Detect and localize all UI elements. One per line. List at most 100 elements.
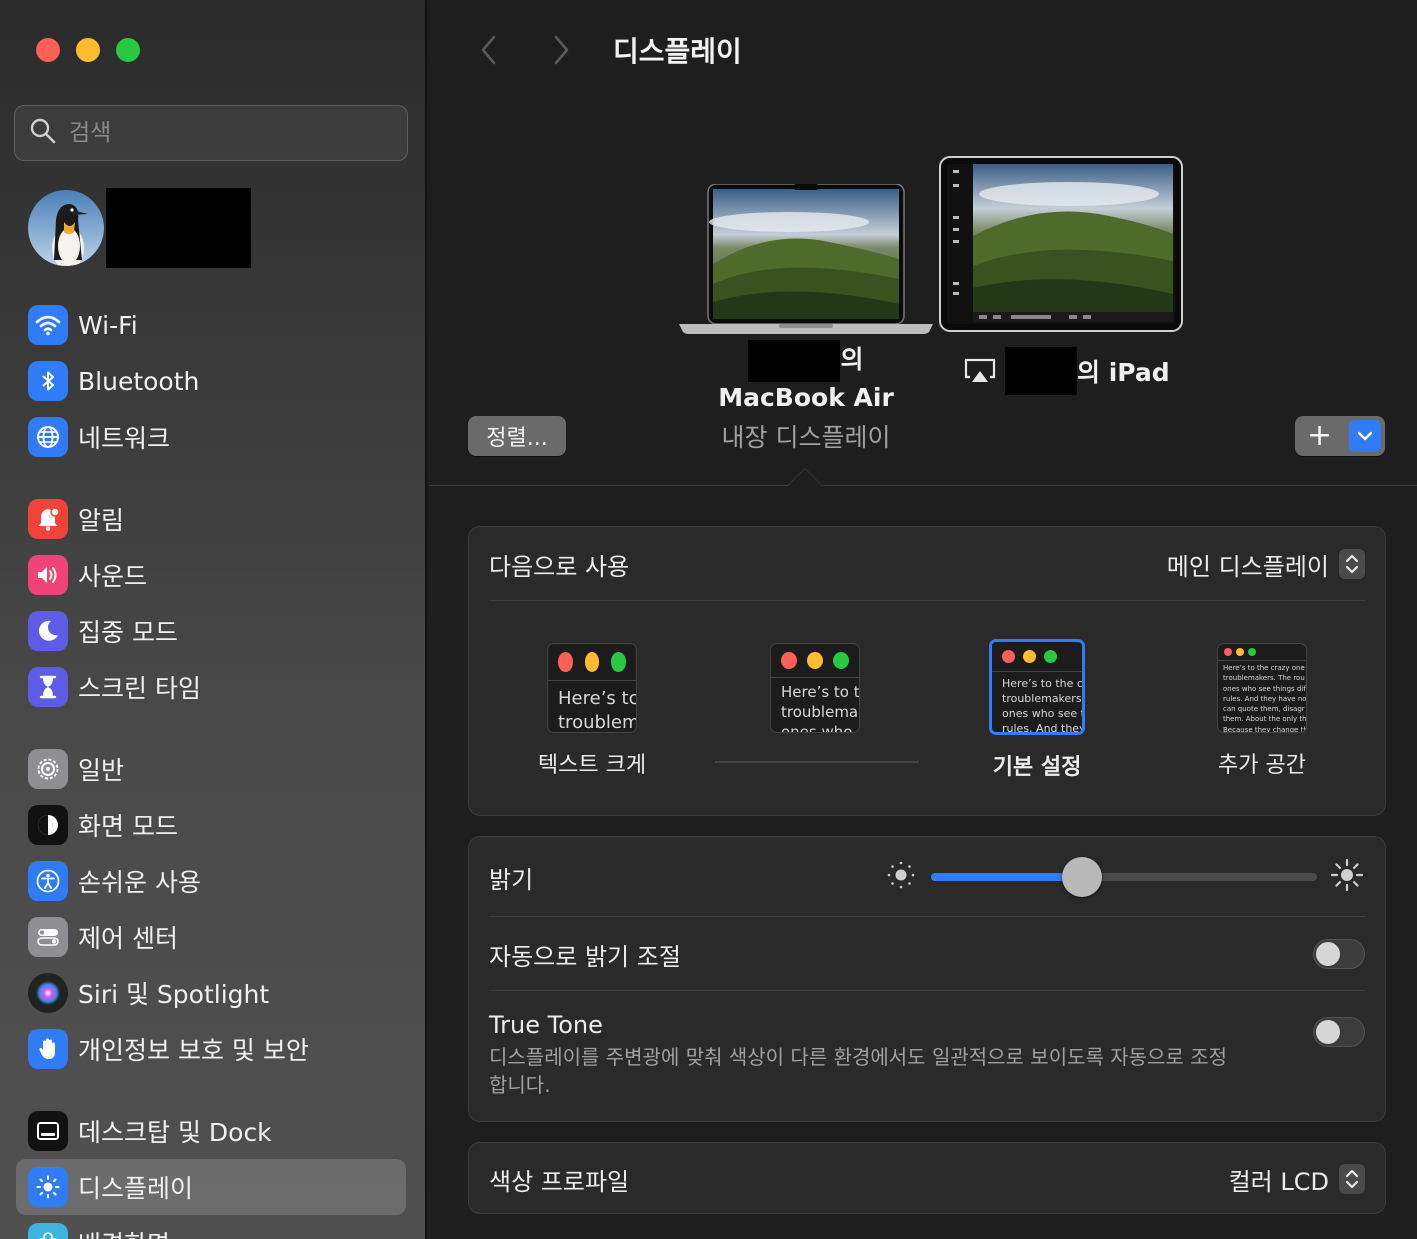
add-display-menu-button[interactable] — [1349, 420, 1381, 452]
speaker-icon — [28, 555, 68, 595]
resolution-label: 텍스트 크게 — [537, 753, 647, 778]
sidebar-item-label: 네트워크 — [78, 424, 171, 453]
sidebar-group-notifications: 알림 사운드 집중 모드 스크린 타임 — [16, 491, 406, 715]
sidebar-group-connectivity: Wi-Fi Bluetooth 네트워크 — [16, 297, 406, 465]
hourglass-icon — [28, 667, 68, 707]
sidebar-item-notifications[interactable]: 알림 — [16, 491, 406, 547]
add-display-button[interactable]: + — [1307, 421, 1332, 451]
sidebar-item-appearance[interactable]: 화면 모드 — [16, 797, 406, 853]
updown-chevron-icon — [1339, 549, 1365, 579]
sidebar-item-label: 스크린 타임 — [78, 674, 201, 703]
use-as-label: 다음으로 사용 — [489, 552, 630, 581]
toggle-knob — [1316, 1020, 1340, 1044]
brightness-row: 밝기 — [469, 837, 1385, 917]
resolution-label: 기본 설정 — [992, 755, 1082, 780]
resolution-track-line — [715, 761, 919, 763]
brightness-card: 밝기 자동으로 밝기 조절 True Tone 디스플레이를 주변광에 맞춰 색… — [468, 836, 1386, 1122]
true-tone-toggle[interactable] — [1313, 1017, 1365, 1047]
sidebar-item-accessibility[interactable]: 손쉬운 사용 — [16, 853, 406, 909]
sidebar-item-bluetooth[interactable]: Bluetooth — [16, 353, 406, 409]
sidebar-item-wifi[interactable]: Wi-Fi — [16, 297, 406, 353]
search-box[interactable] — [14, 105, 408, 161]
sidebar-item-label: 제어 센터 — [78, 924, 178, 953]
add-display-control[interactable]: + — [1295, 416, 1385, 456]
sidebar-item-label: Bluetooth — [78, 366, 200, 396]
switches-icon — [28, 917, 68, 957]
sidebar-item-general[interactable]: 일반 — [16, 741, 406, 797]
auto-brightness-row: 자동으로 밝기 조절 — [469, 917, 1385, 991]
sidebar-item-siri-spotlight[interactable]: Siri 및 Spotlight — [16, 965, 406, 1021]
macbook-subtitle: 내장 디스플레이 — [721, 423, 891, 452]
bell-icon — [28, 499, 68, 539]
sidebar-item-label: Wi-Fi — [78, 310, 138, 340]
color-profile-row: 색상 프로파일 컬러 LCD — [469, 1143, 1385, 1215]
toolbar: 디스플레이 — [469, 24, 742, 76]
siri-icon — [28, 973, 68, 1013]
resolution-option-default[interactable]: Here’s to the cr troublemakers. ones who… — [957, 639, 1117, 781]
moon-icon — [28, 611, 68, 651]
selected-display-pointer — [787, 468, 823, 486]
user-profile[interactable] — [28, 188, 251, 268]
macbook-model-label: MacBook Air — [718, 383, 894, 412]
accessibility-icon — [28, 861, 68, 901]
sidebar-item-label: 화면 모드 — [78, 812, 178, 841]
zoom-window-button[interactable] — [116, 38, 140, 62]
true-tone-row: True Tone 디스플레이를 주변광에 맞춰 색상이 다른 환경에서도 일관… — [469, 991, 1385, 1121]
sidebar-item-desktop-dock[interactable]: 데스크탑 및 Dock — [16, 1103, 406, 1159]
sidebar-group-system: 일반 화면 모드 손쉬운 사용 제어 센터 Siri 및 Spotlight 개… — [16, 741, 406, 1077]
forward-button[interactable] — [541, 24, 581, 76]
chevron-left-icon — [481, 35, 496, 65]
search-input[interactable] — [69, 120, 369, 146]
use-as-value: 메인 디스플레이 — [1166, 552, 1329, 581]
display-arrangement: 의 MacBook Air 내장 디스플레이 의 iPad 정렬... + — [429, 100, 1417, 486]
sidebar-item-wallpaper[interactable]: 배경화면 — [16, 1215, 406, 1239]
auto-brightness-label: 자동으로 밝기 조절 — [489, 942, 681, 971]
brightness-slider[interactable] — [931, 857, 1317, 897]
resolution-option-larger-text[interactable]: Here’s tc troublem 텍스트 크게 — [512, 643, 672, 779]
use-as-row: 다음으로 사용 메인 디스플레이 — [469, 527, 1385, 601]
resolution-preview: Here’s to the crazy one troublemakers. T… — [1217, 643, 1307, 733]
macbook-name-line: 의 — [679, 340, 933, 382]
sidebar-item-displays[interactable]: 디스플레이 — [16, 1159, 406, 1215]
sidebar-item-label: 손쉬운 사용 — [78, 868, 201, 897]
brightness-slider-knob[interactable] — [1061, 857, 1102, 897]
resolution-option-2[interactable]: Here’s to t troublema ones who — [735, 643, 895, 733]
flower-icon — [28, 1223, 68, 1239]
sidebar-item-screen-time[interactable]: 스크린 타임 — [16, 659, 406, 715]
ipad-owner-redacted — [1005, 347, 1077, 395]
preview-text: Here’s to t troublema ones who — [781, 683, 859, 733]
sidebar-item-network[interactable]: 네트워크 — [16, 409, 406, 465]
gear-icon — [28, 749, 68, 789]
avatar — [28, 190, 104, 266]
brightness-low-icon — [883, 857, 919, 897]
ipad-display[interactable] — [939, 156, 1183, 336]
brightness-slider-group — [883, 857, 1365, 897]
brightness-high-icon — [1329, 857, 1365, 897]
true-tone-text: True Tone 디스플레이를 주변광에 맞춰 색상이 다른 환경에서도 일관… — [489, 1011, 1229, 1099]
color-profile-popup[interactable]: 컬러 LCD — [1229, 1162, 1365, 1197]
true-tone-label: True Tone — [489, 1011, 603, 1039]
ipad-suffix: 의 iPad — [1077, 358, 1170, 387]
true-tone-description: 디스플레이를 주변광에 맞춰 색상이 다른 환경에서도 일관적으로 보이도록 자… — [489, 1045, 1228, 1097]
minimize-window-button[interactable] — [76, 38, 100, 62]
ipad-image — [939, 156, 1183, 332]
owner-suffix: 의 — [840, 345, 864, 374]
preview-text: Here’s to the crazy one troublemakers. T… — [1223, 664, 1306, 733]
resolution-options: Here’s tc troublem 텍스트 크게 Here’s to t tr… — [469, 601, 1385, 815]
use-as-popup[interactable]: 메인 디스플레이 — [1167, 547, 1365, 582]
auto-brightness-toggle[interactable] — [1313, 939, 1365, 969]
back-button[interactable] — [469, 24, 509, 76]
updown-chevron-icon — [1339, 1164, 1365, 1194]
sidebar-item-sound[interactable]: 사운드 — [16, 547, 406, 603]
resolution-option-more-space[interactable]: Here’s to the crazy one troublemakers. T… — [1182, 643, 1342, 779]
macbook-display[interactable] — [679, 183, 933, 338]
close-window-button[interactable] — [36, 38, 60, 62]
sidebar-item-control-center[interactable]: 제어 센터 — [16, 909, 406, 965]
arrange-button[interactable]: 정렬... — [468, 416, 566, 456]
sidebar: Wi-Fi Bluetooth 네트워크 알림 사운드 — [0, 0, 427, 1239]
sidebar-item-label: 배경화면 — [78, 1225, 170, 1239]
sidebar-item-focus[interactable]: 집중 모드 — [16, 603, 406, 659]
sidebar-item-label: Siri 및 Spotlight — [78, 980, 270, 1009]
sidebar-item-privacy-security[interactable]: 개인정보 보호 및 보안 — [16, 1021, 406, 1077]
wifi-icon — [28, 305, 68, 345]
